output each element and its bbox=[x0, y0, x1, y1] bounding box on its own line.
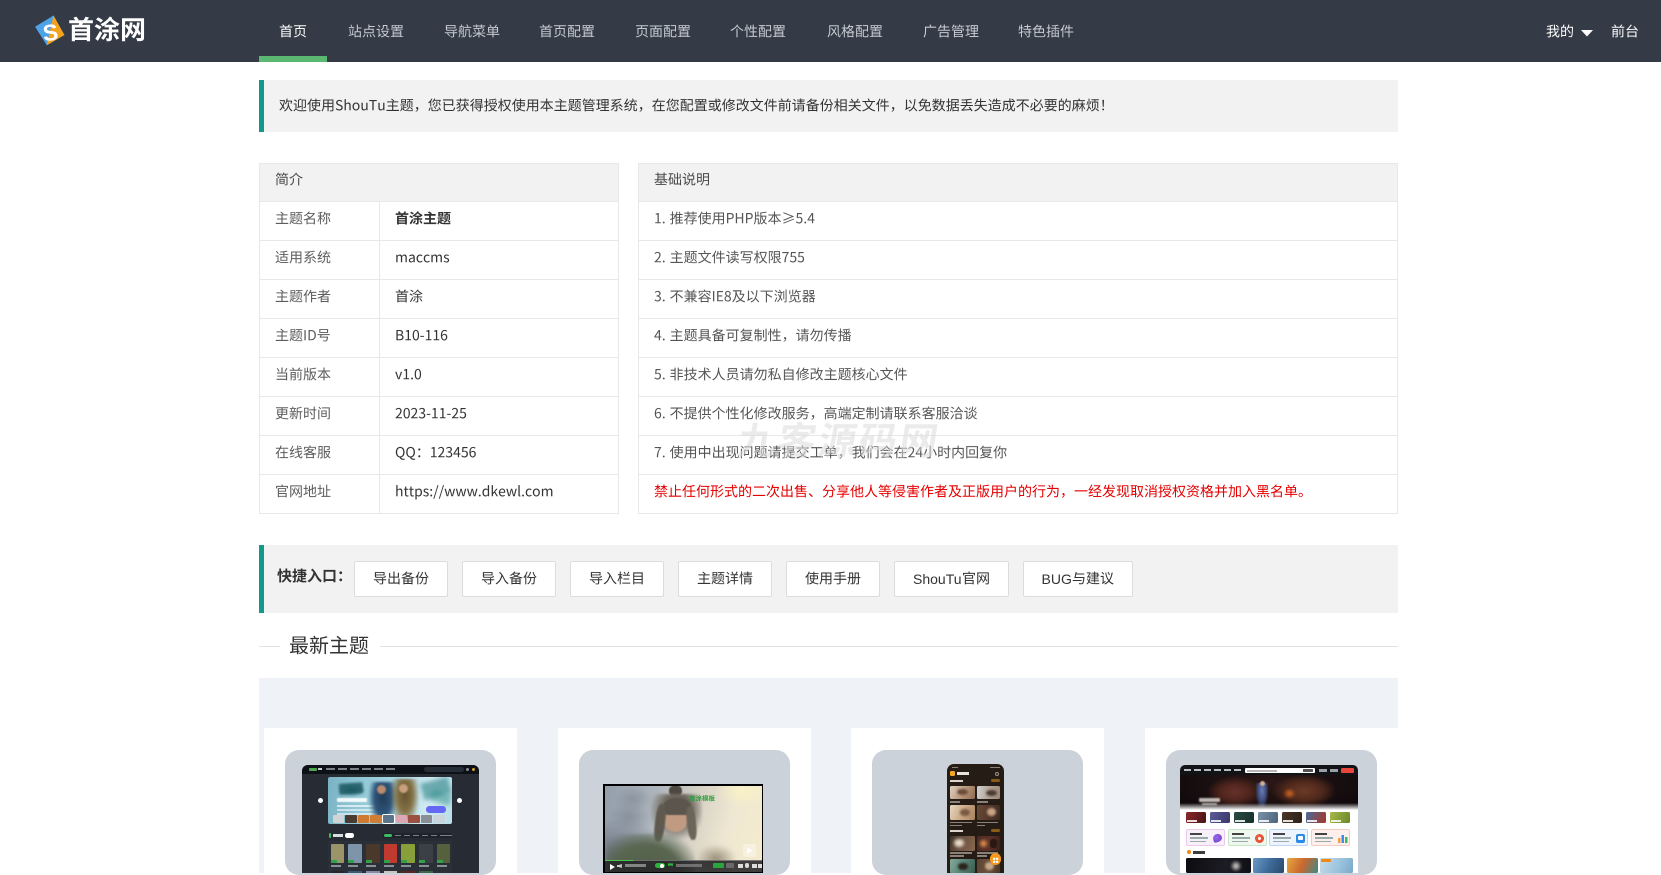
svg-text:S: S bbox=[41, 19, 59, 46]
